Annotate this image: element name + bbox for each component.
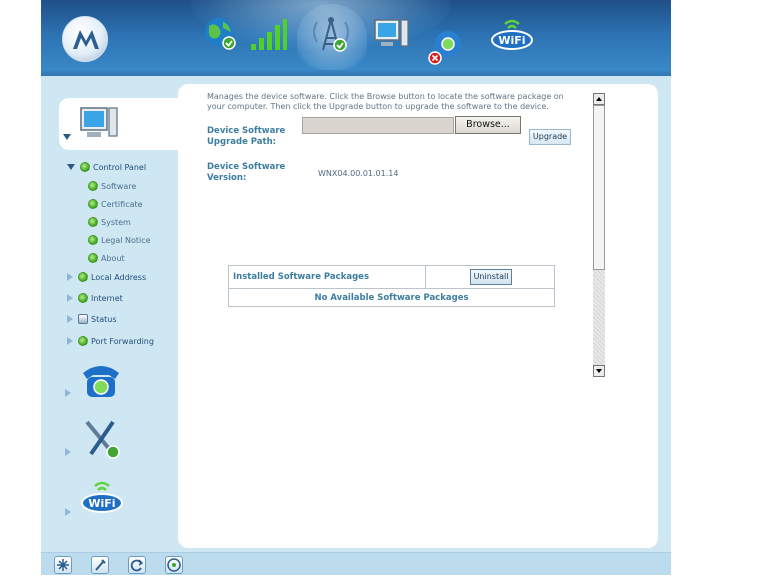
upgrade-path-label: Device Software Upgrade Path: <box>207 126 286 147</box>
status-icon <box>78 314 88 324</box>
software-panel: Manages the device software. Click the B… <box>178 84 658 548</box>
table-header-row: Installed Software Packages Uninstall <box>229 266 554 289</box>
gear-icon <box>88 235 98 245</box>
wifi-section[interactable]: WiFi <box>61 476 123 526</box>
tools-icon <box>85 420 120 459</box>
computer-monitor-icon <box>80 107 118 137</box>
tree-item-system[interactable]: System <box>88 214 131 230</box>
gear-icon <box>78 272 88 282</box>
tree-item-label: Legal Notice <box>101 235 151 245</box>
tree-item-label: Software <box>101 181 137 191</box>
snowflake-icon[interactable] <box>54 556 72 574</box>
gear-icon <box>80 162 90 172</box>
collapse-arrow-icon[interactable] <box>63 134 71 140</box>
collapsed-arrow-icon <box>65 389 71 397</box>
packages-header: Installed Software Packages <box>233 272 370 282</box>
software-version-label: Device Software Version: <box>207 162 286 183</box>
tree-item-port-forwarding[interactable]: Port Forwarding <box>67 333 154 349</box>
bottom-toolbar <box>41 552 671 575</box>
tree-item-label: Port Forwarding <box>91 336 154 346</box>
device-tab[interactable] <box>59 98 181 150</box>
tree-item-certificate[interactable]: Certificate <box>88 196 143 212</box>
collapsed-arrow-icon <box>67 273 73 281</box>
tree-item-label: Control Panel <box>93 162 147 172</box>
tree-item-about[interactable]: About <box>88 250 125 266</box>
telephone-section[interactable] <box>61 361 121 411</box>
gear-icon <box>78 293 88 303</box>
installed-packages-table: Installed Software Packages Uninstall No… <box>228 265 555 307</box>
help-icon[interactable] <box>165 556 183 574</box>
gear-icon <box>88 199 98 209</box>
motorola-logo-icon[interactable] <box>62 16 108 62</box>
tree-item-label: Local Address <box>91 272 147 282</box>
tree-item-label: System <box>101 217 131 227</box>
header-divider <box>41 70 671 76</box>
top-navigation-bar: WiFi <box>41 0 671 76</box>
tree-item-label: Internet <box>91 293 123 303</box>
tree-item-internet[interactable]: Internet <box>67 290 123 306</box>
tree-item-control-panel[interactable]: Control Panel <box>67 159 146 175</box>
tree-item-software[interactable]: Software <box>88 178 136 194</box>
gear-icon <box>88 253 98 263</box>
vertical-scrollbar[interactable] <box>593 93 605 377</box>
column-divider <box>425 266 426 289</box>
scroll-up-arrow-icon[interactable] <box>593 93 605 105</box>
expanded-arrow-icon <box>67 164 75 170</box>
wrench-icon[interactable] <box>91 556 109 574</box>
uninstall-button[interactable]: Uninstall <box>470 269 512 285</box>
browse-button[interactable]: Browse... <box>455 116 521 134</box>
collapsed-arrow-icon <box>65 508 71 516</box>
radio-tower-icon[interactable] <box>309 12 349 52</box>
collapsed-arrow-icon <box>65 448 71 456</box>
globe-check-icon[interactable] <box>201 14 241 54</box>
wifi-logo-text: WiFi <box>88 497 115 510</box>
refresh-icon[interactable] <box>128 556 146 574</box>
tree-item-local-address[interactable]: Local Address <box>67 269 146 285</box>
phone-disconnect-icon[interactable] <box>426 28 466 68</box>
upgrade-path-input[interactable] <box>302 117 454 134</box>
tree-item-legal-notice[interactable]: Legal Notice <box>88 232 151 248</box>
router-admin-window: WiFi Control Panel Software Certificate … <box>41 0 671 575</box>
page-description: Manages the device software. Click the B… <box>207 92 564 111</box>
gear-icon <box>88 181 98 191</box>
signal-bars-icon[interactable] <box>248 16 288 56</box>
computer-monitor-icon[interactable] <box>371 14 411 54</box>
gear-icon <box>78 336 88 346</box>
telephone-icon <box>83 366 119 397</box>
scroll-down-arrow-icon[interactable] <box>593 365 605 377</box>
tree-item-label: About <box>101 253 125 263</box>
gear-icon <box>88 217 98 227</box>
collapsed-arrow-icon <box>67 294 73 302</box>
wifi-icon: WiFi <box>81 481 123 513</box>
wifi-icon[interactable]: WiFi <box>489 14 535 54</box>
upgrade-button[interactable]: Upgrade <box>529 129 571 145</box>
tools-section[interactable] <box>61 418 121 468</box>
collapsed-arrow-icon <box>67 337 73 345</box>
scroll-thumb[interactable] <box>593 105 605 270</box>
collapsed-arrow-icon <box>67 315 73 323</box>
tree-item-label: Certificate <box>101 199 143 209</box>
tree-item-status[interactable]: Status <box>67 311 117 327</box>
software-version-value: WNX04.00.01.01.14 <box>318 169 399 178</box>
wifi-logo-text: WiFi <box>498 34 525 47</box>
tree-item-label: Status <box>91 314 117 324</box>
no-packages-message: No Available Software Packages <box>314 293 469 303</box>
sidebar: Control Panel Software Certificate Syste… <box>41 78 181 548</box>
